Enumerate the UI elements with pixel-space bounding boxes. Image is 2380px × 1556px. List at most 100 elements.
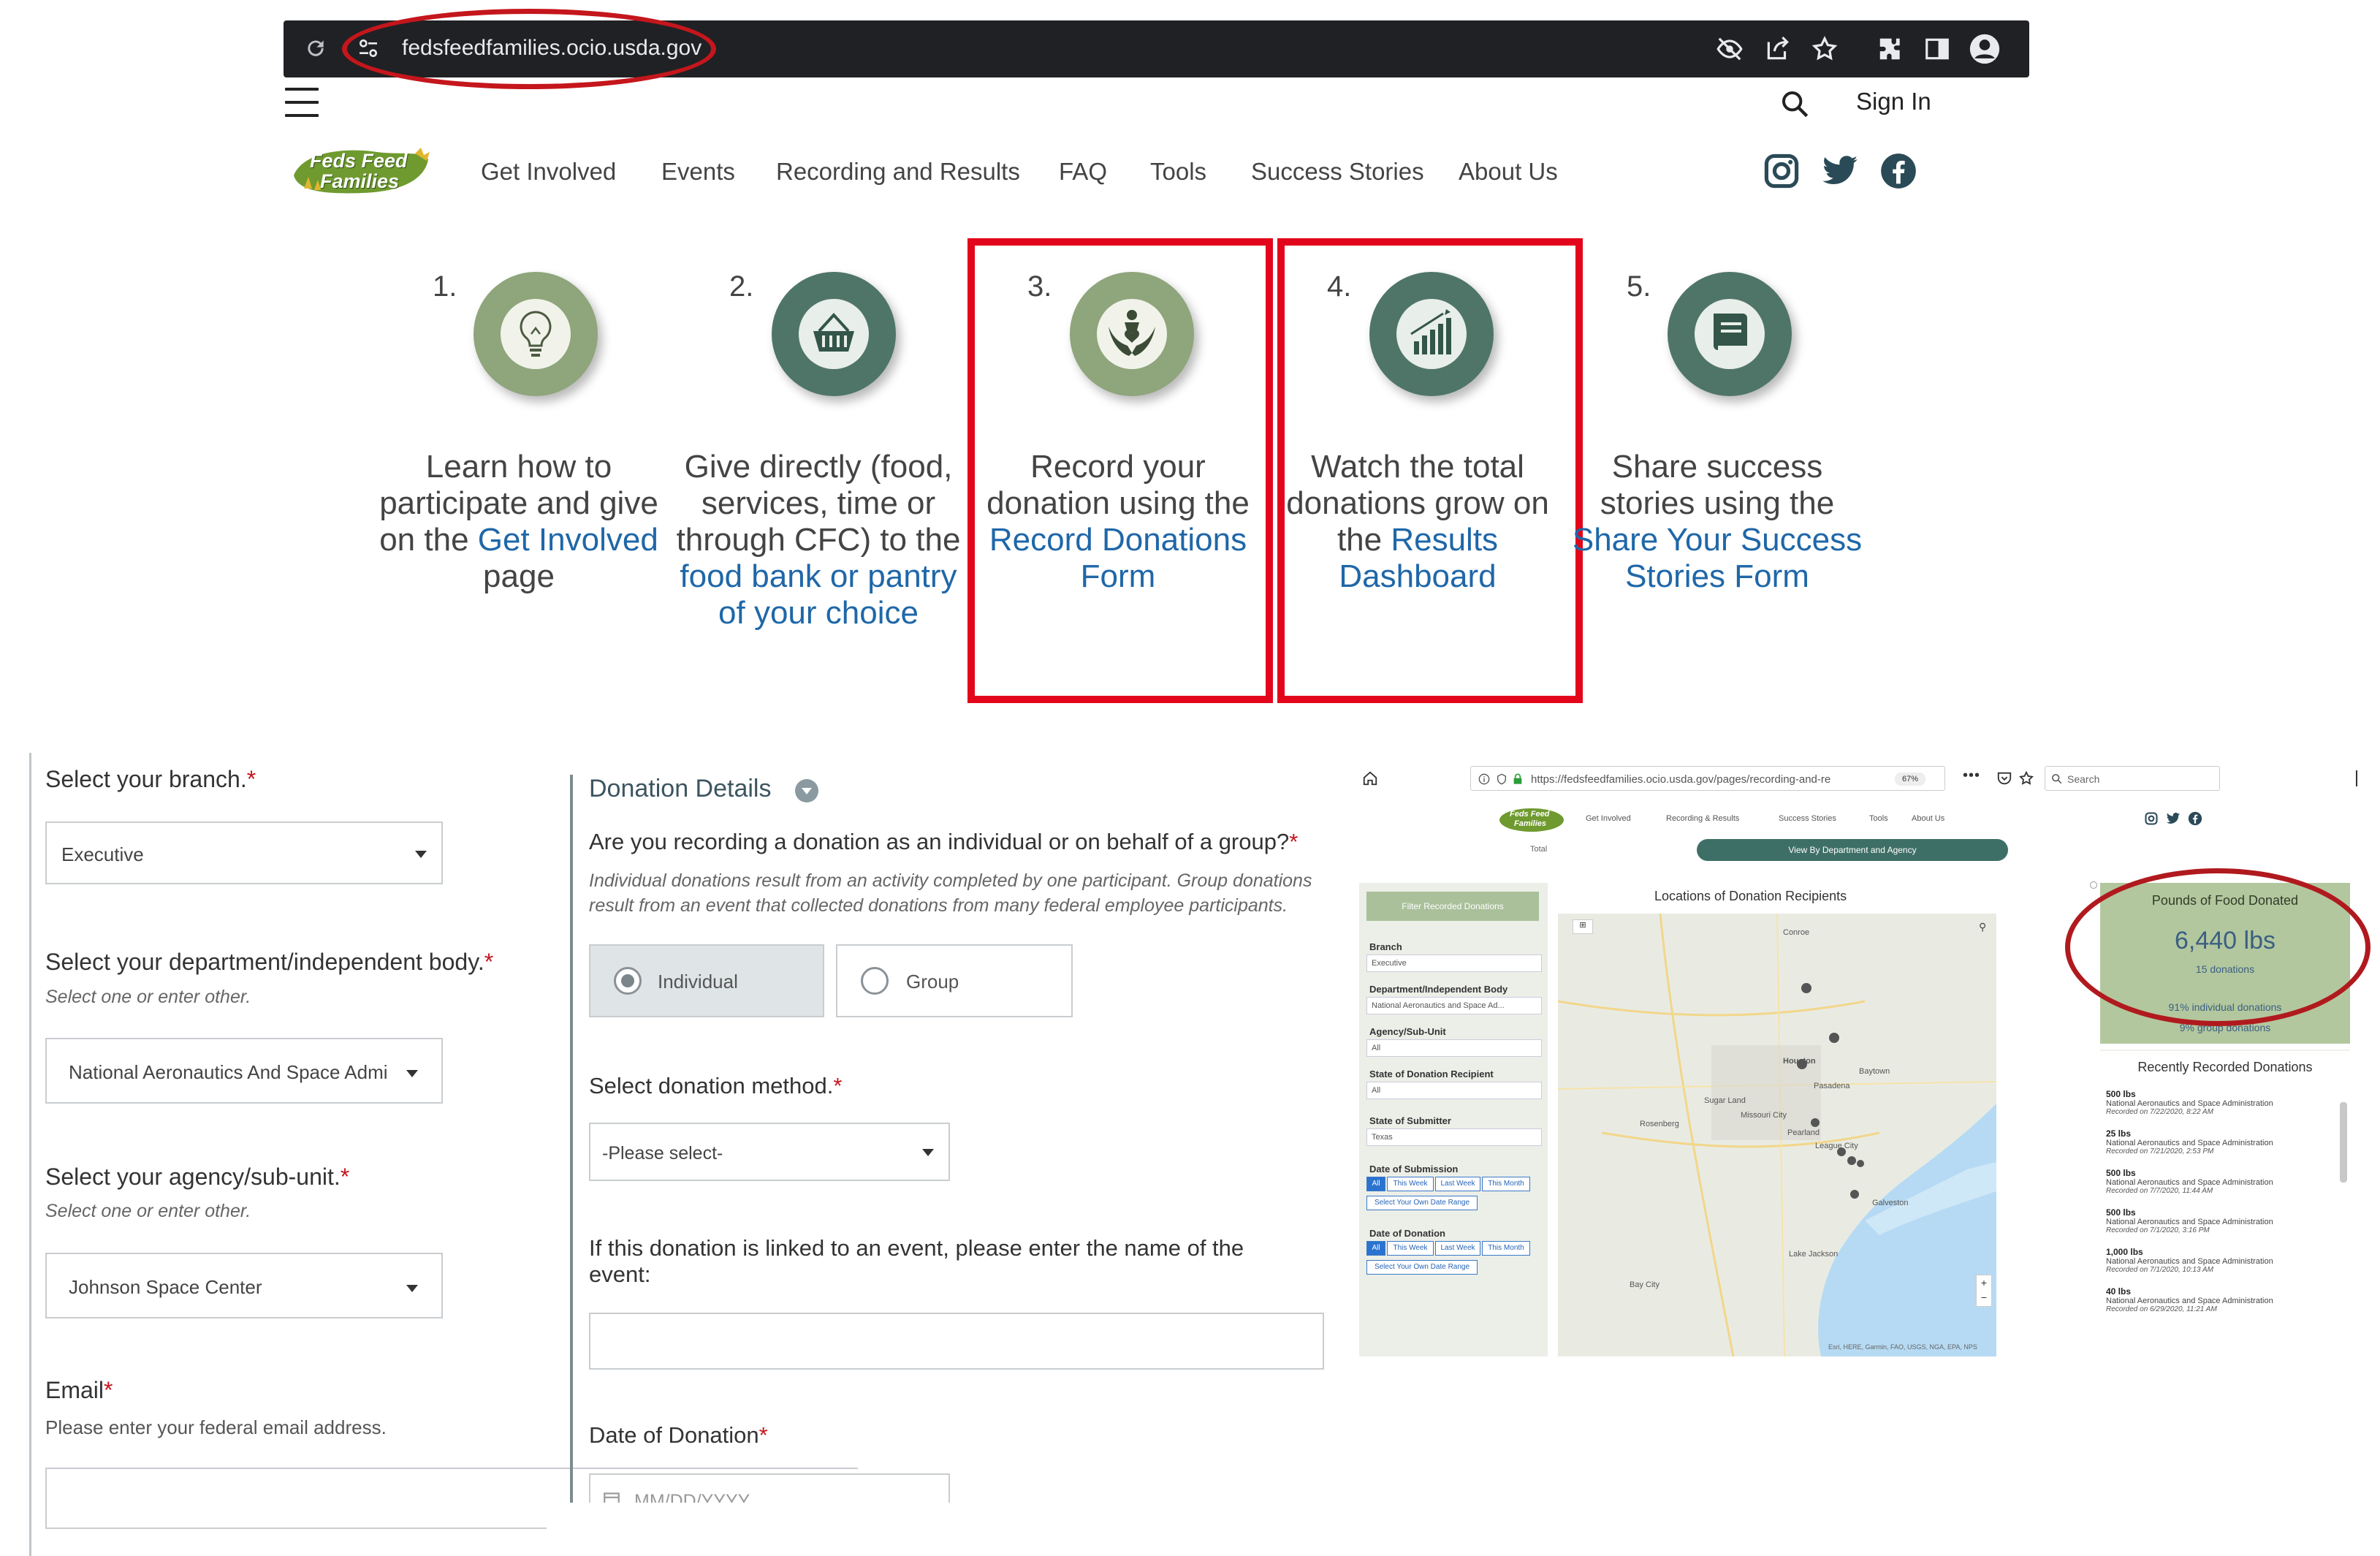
extensions-icon[interactable] (1877, 35, 1904, 63)
dash-nav-tools[interactable]: Tools (1869, 814, 1888, 823)
step-5-link[interactable]: Share Your Success Stories Form (1573, 522, 1862, 594)
step-5-circle[interactable] (1668, 272, 1792, 396)
branch-select[interactable]: Executive (45, 821, 443, 884)
step-4-circle[interactable] (1369, 272, 1494, 396)
radio-individual-dot (614, 967, 642, 995)
dash-filter-dept[interactable]: National Aeronautics and Space Ad... (1366, 997, 1542, 1014)
menu-icon[interactable] (285, 88, 319, 117)
panel-expand-icon[interactable] (2090, 881, 2097, 889)
dash-seg2-all[interactable]: All (1366, 1241, 1385, 1256)
dash-total-tab[interactable]: Total (1530, 845, 1547, 854)
step-1-circle[interactable] (474, 272, 598, 396)
pocket-icon[interactable] (1996, 770, 2012, 786)
section-accent-bar (570, 775, 573, 1506)
step-3-circle[interactable] (1070, 272, 1194, 396)
dash-seg-custom-range[interactable]: Select Your Own Date Range (1366, 1196, 1478, 1210)
home-icon[interactable] (1362, 770, 1378, 786)
method-select[interactable]: -Please select- (589, 1123, 950, 1181)
nav-faq[interactable]: FAQ (1059, 158, 1107, 186)
reload-icon[interactable] (304, 37, 327, 60)
sidepanel-icon[interactable] (1923, 35, 1951, 63)
recent-scrollbar[interactable] (2340, 1102, 2347, 1183)
recent-item[interactable]: 1,000 lbs National Aeronautics and Space … (2106, 1247, 2347, 1274)
step-3-link[interactable]: Record Donations Form (989, 522, 1247, 594)
nav-about-us[interactable]: About Us (1459, 158, 1558, 186)
dash-seg-this-week[interactable]: This Week (1387, 1177, 1434, 1191)
dash-filter-header[interactable]: Filter Recorded Donations (1366, 892, 1539, 921)
dash-nav-get-involved[interactable]: Get Involved (1586, 814, 1631, 823)
twitter-icon[interactable] (2166, 811, 2181, 826)
instagram-icon[interactable] (1763, 152, 1801, 190)
department-select[interactable]: National Aeronautics And Space Admi (45, 1038, 443, 1104)
step-2-link[interactable]: food bank or pantry of your choice (680, 558, 957, 631)
dash-filter-recipient[interactable]: All (1366, 1082, 1542, 1099)
nav-events[interactable]: Events (661, 158, 735, 186)
facebook-icon[interactable] (2188, 811, 2202, 826)
site-logo[interactable]: Feds Feed Families (289, 146, 433, 197)
nav-get-involved[interactable]: Get Involved (481, 158, 616, 186)
dash-map[interactable]: Houston Pasadena Baytown Sugar Land Miss… (1558, 914, 1996, 1356)
dash-seg2-last-week[interactable]: Last Week (1435, 1241, 1480, 1256)
dash-date-submission-label: Date of Submission (1369, 1164, 1459, 1174)
map-zoom-control[interactable]: + − (1976, 1275, 1992, 1307)
radio-group[interactable]: Group (836, 944, 1073, 1017)
dash-seg2-this-month[interactable]: This Month (1482, 1241, 1530, 1256)
recent-item[interactable]: 500 lbs National Aeronautics and Space Ad… (2106, 1089, 2347, 1116)
dash-cursor (2356, 770, 2357, 786)
twitter-icon[interactable] (1821, 152, 1859, 190)
map-search-icon[interactable]: ⚲ (1979, 921, 1986, 933)
dash-address-bar[interactable]: https://fedsfeedfamilies.ocio.usda.gov/p… (1470, 766, 1945, 791)
dash-filter-branch-label: Branch (1369, 941, 1402, 952)
star-icon[interactable] (2018, 770, 2034, 786)
event-input[interactable] (589, 1313, 1324, 1370)
dash-filter-agency[interactable]: All (1366, 1039, 1542, 1057)
dash-nav-recording[interactable]: Recording & Results (1666, 814, 1739, 823)
map-label-lake-jackson: Lake Jackson (1789, 1250, 1839, 1259)
profile-icon[interactable] (1969, 33, 2001, 65)
dash-nav-success[interactable]: Success Stories (1779, 814, 1836, 823)
radio-group-dot (861, 967, 889, 995)
agency-select[interactable]: Johnson Space Center (45, 1253, 443, 1318)
nav-success-stories[interactable]: Success Stories (1251, 158, 1424, 186)
dash-seg-all[interactable]: All (1366, 1177, 1385, 1191)
dash-view-by-button[interactable]: View By Department and Agency (1697, 839, 2008, 861)
recent-item[interactable]: 40 lbs National Aeronautics and Space Adm… (2106, 1286, 2347, 1313)
nav-recording-results[interactable]: Recording and Results (776, 158, 1020, 186)
dash-seg2-this-week[interactable]: This Week (1387, 1241, 1434, 1256)
recent-agency: National Aeronautics and Space Administr… (2106, 1139, 2273, 1147)
recent-item[interactable]: 25 lbs National Aeronautics and Space Adm… (2106, 1128, 2347, 1155)
dash-filter-branch[interactable]: Executive (1366, 955, 1542, 972)
dash-zoom-badge[interactable]: 67% (1895, 773, 1925, 786)
instagram-icon[interactable] (2144, 811, 2159, 826)
more-icon[interactable]: ••• (1963, 767, 1980, 784)
dash-nav-about[interactable]: About Us (1912, 814, 1944, 823)
dash-seg2-custom-range[interactable]: Select Your Own Date Range (1366, 1260, 1478, 1275)
star-icon[interactable] (1811, 35, 1839, 63)
recent-date: Recorded on 7/7/2020, 11:44 AM (2106, 1187, 2213, 1195)
step-2-circle[interactable] (772, 272, 896, 396)
search-icon[interactable] (1780, 89, 1809, 118)
agency-label-text: Select your agency/sub-unit. (45, 1164, 341, 1190)
dash-seg-last-week[interactable]: Last Week (1435, 1177, 1480, 1191)
department-label-text: Select your department/independent body. (45, 949, 484, 975)
sign-in-link[interactable]: Sign In (1856, 88, 1931, 115)
share-icon[interactable] (1764, 35, 1792, 63)
map-label-galveston: Galveston (1872, 1199, 1909, 1207)
eye-off-icon[interactable] (1716, 35, 1744, 63)
dash-logo[interactable]: Feds Feed Families (1499, 808, 1564, 832)
dash-seg-this-month[interactable]: This Month (1482, 1177, 1530, 1191)
step-1-link[interactable]: Get Involved (478, 522, 658, 558)
dash-filter-submitter[interactable]: Texas (1366, 1128, 1542, 1146)
map-layers-button[interactable]: ⊞ (1573, 919, 1593, 934)
dash-search-box[interactable]: Search (2045, 766, 2220, 791)
facebook-icon[interactable] (1879, 152, 1917, 190)
date-input[interactable]: MM/DD/YYYY (589, 1473, 950, 1503)
required-asterisk: * (1289, 829, 1299, 854)
section-collapse-icon[interactable] (795, 779, 818, 802)
recent-weight: 500 lbs (2106, 1089, 2136, 1099)
recent-item[interactable]: 500 lbs National Aeronautics and Space Ad… (2106, 1168, 2347, 1195)
logo-line1: Feds Feed (310, 150, 408, 172)
radio-individual[interactable]: Individual (589, 944, 824, 1017)
nav-tools[interactable]: Tools (1150, 158, 1206, 186)
recent-item[interactable]: 500 lbs National Aeronautics and Space Ad… (2106, 1207, 2347, 1234)
